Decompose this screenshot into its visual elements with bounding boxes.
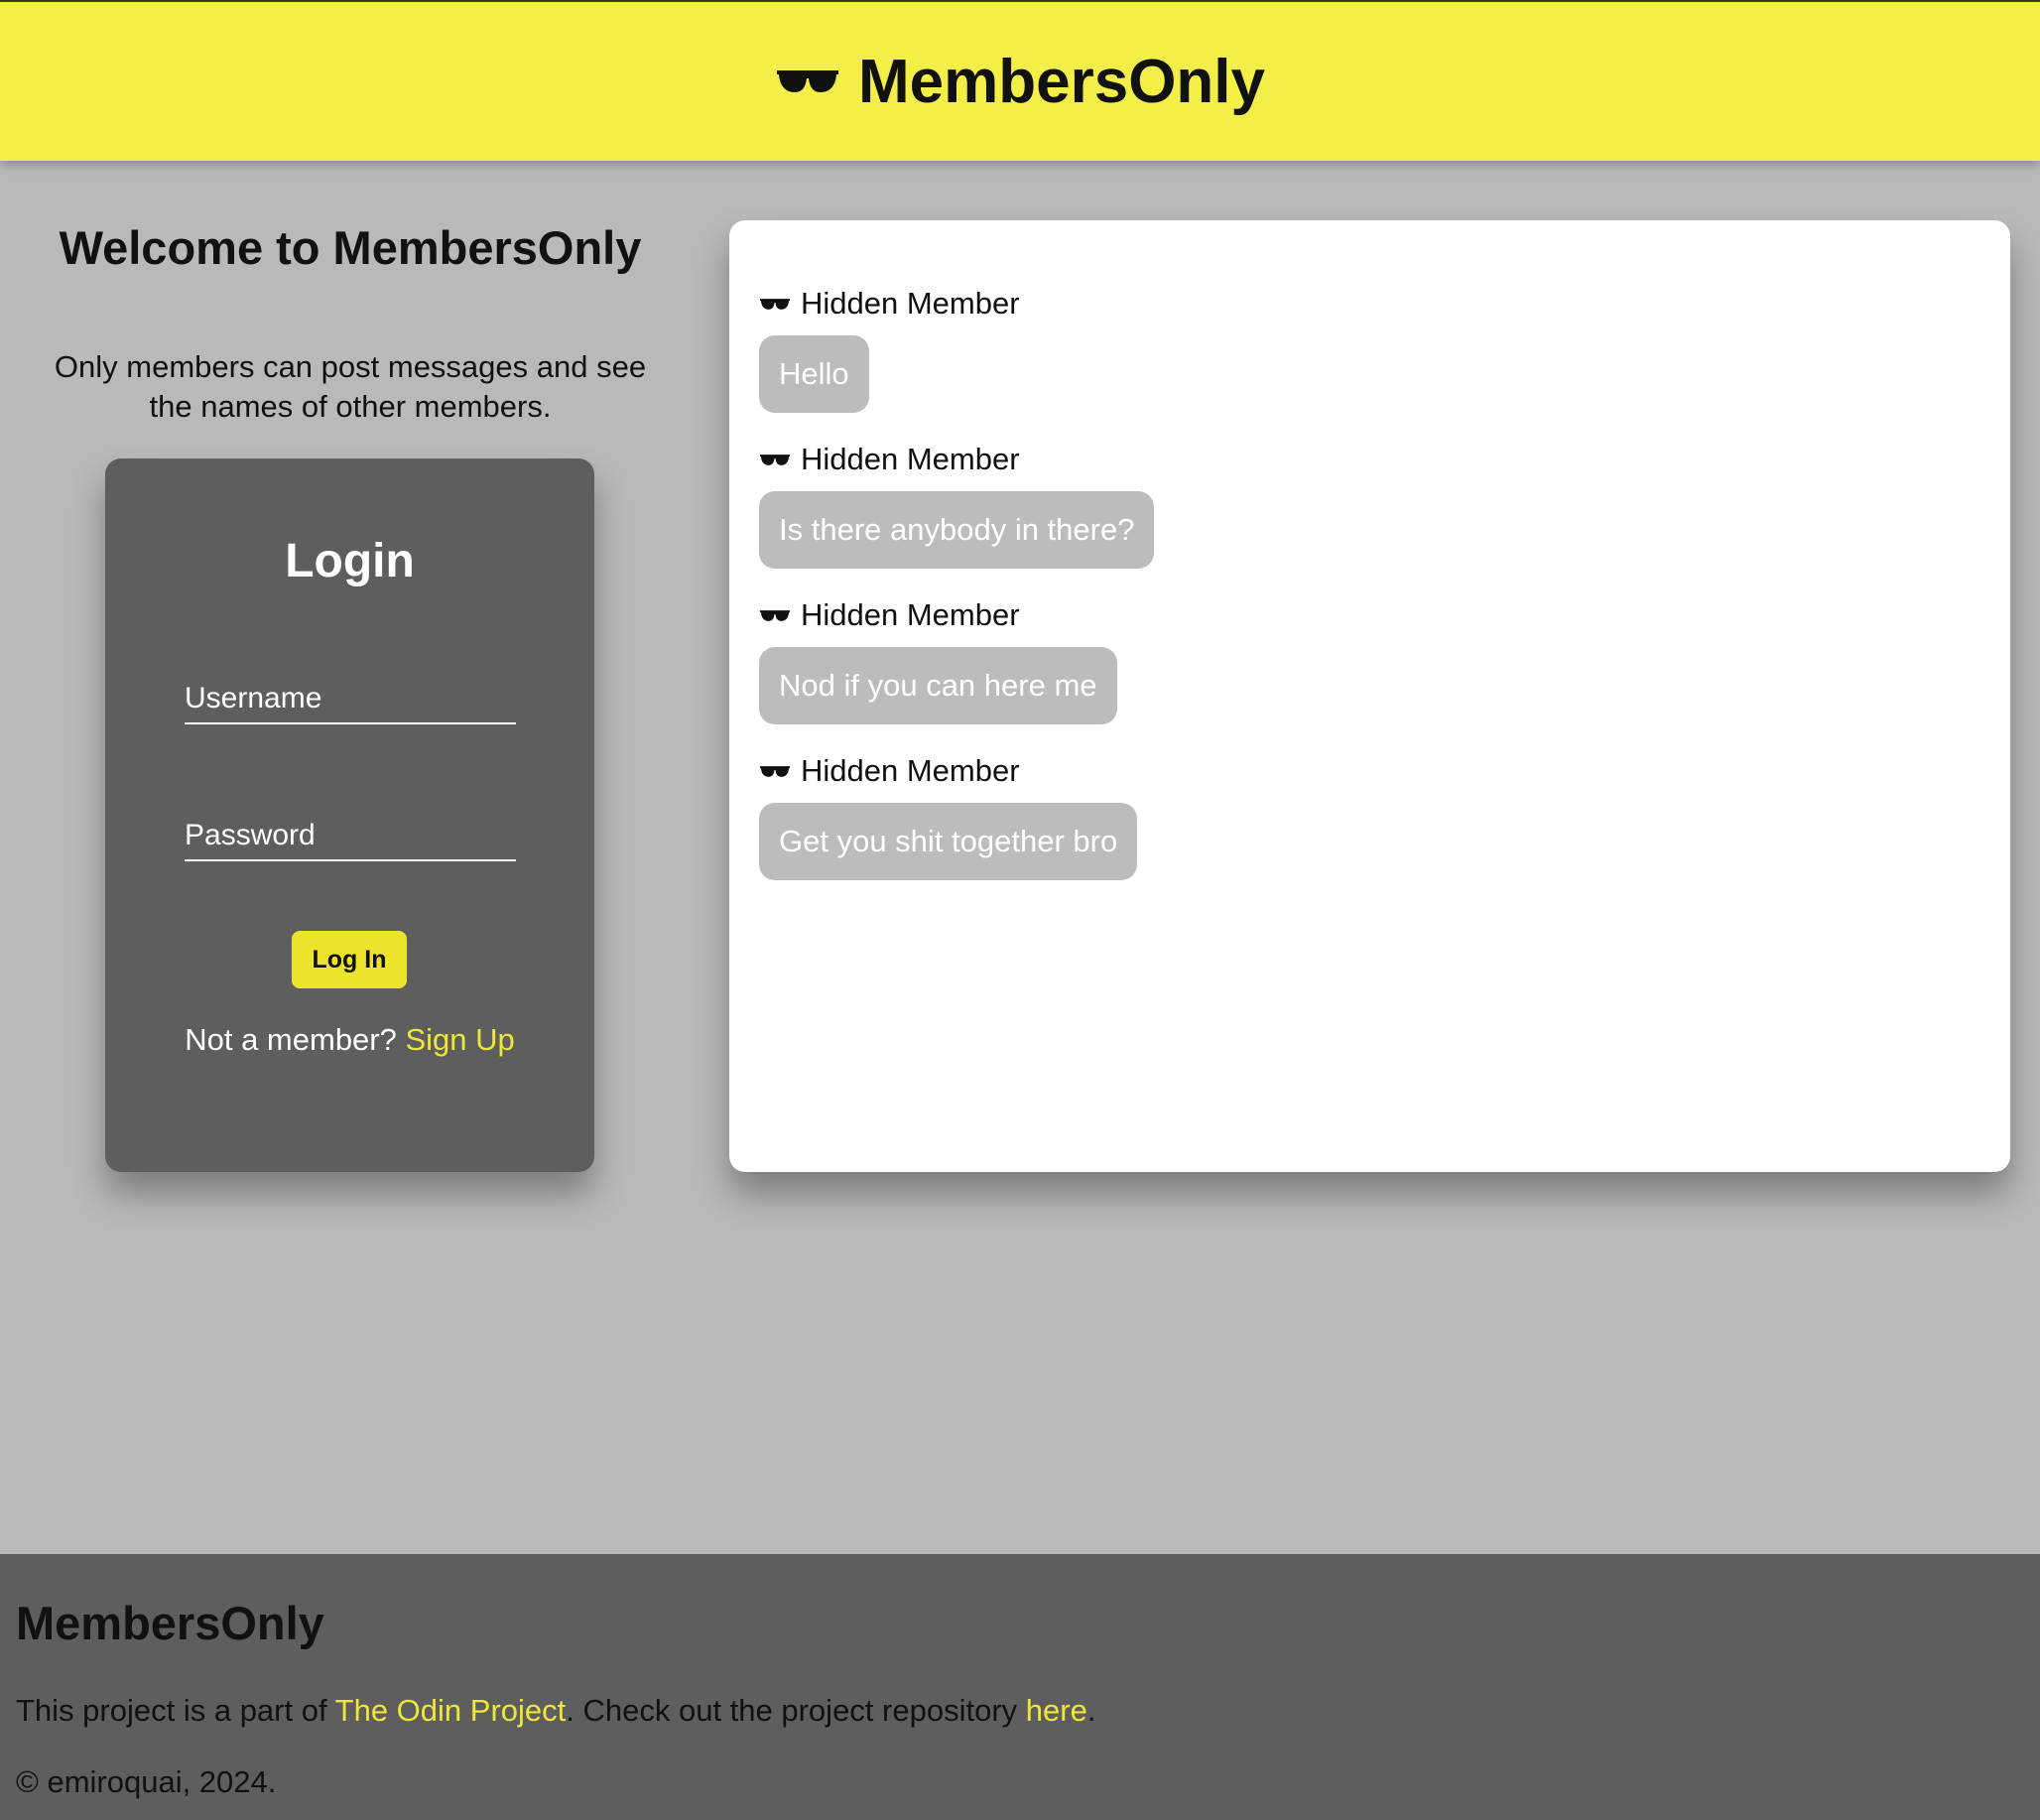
message-bubble: Nod if you can here me: [759, 647, 1117, 724]
message-author: Hidden Member: [759, 595, 1117, 635]
login-card: Login Log In Not a member? Sign Up: [105, 458, 594, 1172]
author-name: Hidden Member: [801, 753, 1020, 788]
sunglasses-icon: [759, 765, 791, 777]
sunglasses-icon: [759, 298, 791, 310]
brand[interactable]: MembersOnly: [775, 47, 1265, 117]
author-name: Hidden Member: [801, 286, 1020, 321]
footer-text-suffix: .: [1086, 1693, 1096, 1728]
password-input[interactable]: [185, 812, 516, 861]
not-member-text: Not a member?: [185, 1022, 397, 1057]
author-name: Hidden Member: [801, 597, 1020, 632]
message-author: Hidden Member: [759, 440, 1154, 479]
site-footer: MembersOnly This project is a part of Th…: [0, 1554, 2040, 1820]
welcome-title: Welcome to MembersOnly: [59, 221, 642, 274]
odin-project-link[interactable]: The Odin Project: [335, 1693, 567, 1728]
message-bubble: Hello: [759, 335, 869, 413]
login-title: Login: [285, 535, 415, 587]
login-button[interactable]: Log In: [292, 931, 407, 988]
site-header: MembersOnly: [0, 0, 2040, 161]
message-item: Hidden Member Hello: [759, 284, 1020, 413]
signup-prompt: Not a member? Sign Up: [105, 1022, 594, 1058]
site-title: MembersOnly: [857, 47, 1266, 116]
messages-panel: Hidden Member Hello Hidden Member Is the…: [729, 220, 2010, 1172]
footer-description: This project is a part of The Odin Proje…: [16, 1693, 1095, 1729]
sunglasses-icon: [759, 609, 791, 621]
copyright-text: © emiroquai, 2024.: [16, 1764, 277, 1799]
message-author: Hidden Member: [759, 751, 1137, 791]
message-bubble: Is there anybody in there?: [759, 491, 1155, 569]
username-input[interactable]: [185, 675, 516, 724]
repository-link[interactable]: here: [1026, 1693, 1087, 1728]
footer-title: MembersOnly: [16, 1597, 324, 1649]
message-author: Hidden Member: [759, 284, 1020, 324]
sunglasses-icon: [776, 70, 838, 92]
footer-text-prefix: This project is a part of: [16, 1693, 327, 1728]
message-item: Hidden Member Is there anybody in there?: [759, 440, 1155, 569]
signup-link[interactable]: Sign Up: [405, 1022, 514, 1057]
message-item: Hidden Member Nod if you can here me: [759, 595, 1117, 724]
message-item: Hidden Member Get you shit together bro: [759, 751, 1138, 880]
welcome-description: Only members can post messages and see t…: [54, 349, 647, 424]
sunglasses-icon: [759, 454, 791, 465]
footer-text-middle: . Check out the project repository: [566, 1693, 1018, 1728]
author-name: Hidden Member: [801, 442, 1020, 476]
message-bubble: Get you shit together bro: [759, 803, 1138, 880]
